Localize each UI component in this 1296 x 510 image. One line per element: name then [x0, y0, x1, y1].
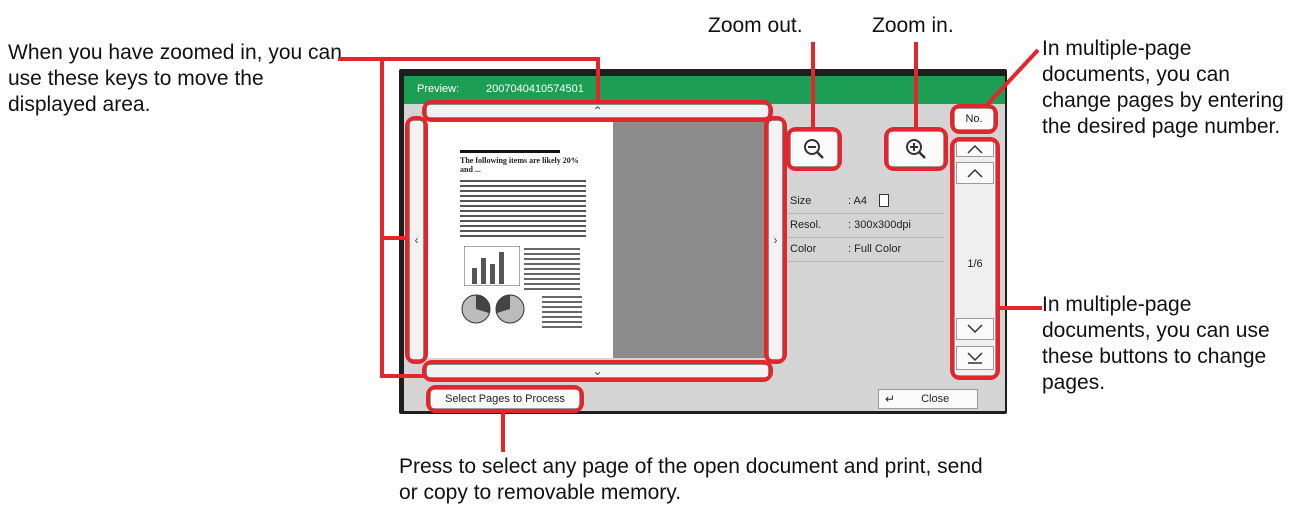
- leader-move-area-to-top: [596, 57, 600, 101]
- info-size-key: Size: [790, 195, 812, 207]
- close-button[interactable]: ↵ Close: [878, 389, 978, 409]
- info-color-value: : Full Color: [848, 243, 902, 255]
- info-resol-key: Resol.: [790, 219, 822, 231]
- highlight-page-nav: [950, 137, 1000, 380]
- thumbnail-pie-charts: [461, 294, 525, 324]
- thumbnail-page: The following items are likely 20% and .…: [460, 148, 586, 338]
- preview-title-label: Preview:: [417, 83, 460, 95]
- highlight-scroll-up: [422, 100, 773, 122]
- leader-zoom-in: [914, 42, 918, 128]
- highlight-zoom-out: [786, 127, 842, 171]
- thumbnail-heading: The following items are likely 20% and .…: [460, 156, 579, 174]
- highlight-select-pages: [426, 385, 584, 413]
- leader-move-area-h: [338, 57, 600, 61]
- highlight-no-button: [950, 104, 998, 134]
- preview-gray-area: [613, 122, 765, 358]
- info-row-color: Color : Full Color: [786, 239, 944, 262]
- leader-move-area-v: [380, 57, 384, 378]
- callout-select-pages: Press to select any page of the open doc…: [399, 455, 983, 504]
- leader-move-area-bottom: [380, 374, 424, 378]
- callout-move-area: When you have zoomed in, you can use the…: [8, 41, 342, 116]
- info-resol-value: : 300x300dpi: [848, 219, 911, 231]
- info-row-size: Size : A4: [786, 191, 944, 214]
- preview-doc-id: 2007040410574501: [486, 83, 584, 95]
- thumbnail-bottom-text: [542, 296, 582, 328]
- info-color-key: Color: [790, 243, 817, 255]
- thumbnail-text-block: [460, 180, 586, 238]
- highlight-scroll-down: [422, 360, 773, 382]
- highlight-scroll-left: [405, 116, 428, 364]
- leader-page-buttons: [998, 306, 1042, 310]
- callout-zoom-in: Zoom in.: [872, 14, 954, 37]
- callout-page-buttons: In multiple-page documents, you can use …: [1042, 293, 1270, 394]
- leader-zoom-out: [811, 42, 815, 128]
- leader-select-pages: [501, 412, 505, 452]
- leader-move-area-to-left: [380, 236, 406, 240]
- enter-icon: ↵: [885, 392, 896, 406]
- thumbnail-heading-rule: [460, 150, 560, 153]
- portrait-page-icon: [879, 194, 889, 207]
- close-button-label: Close: [921, 393, 950, 405]
- thumbnail-side-text: [524, 248, 580, 290]
- info-row-resol: Resol. : 300x300dpi: [786, 215, 944, 238]
- callout-page-number: In multiple-page documents, you can chan…: [1042, 37, 1284, 138]
- highlight-zoom-in: [884, 127, 948, 171]
- callout-zoom-out: Zoom out.: [708, 14, 803, 37]
- info-list: Size : A4 Resol. : 300x300dpi Color : Fu…: [786, 185, 946, 275]
- thumbnail-bar-chart: [464, 246, 520, 286]
- info-size-value: : A4: [848, 195, 867, 207]
- highlight-scroll-right: [764, 116, 787, 364]
